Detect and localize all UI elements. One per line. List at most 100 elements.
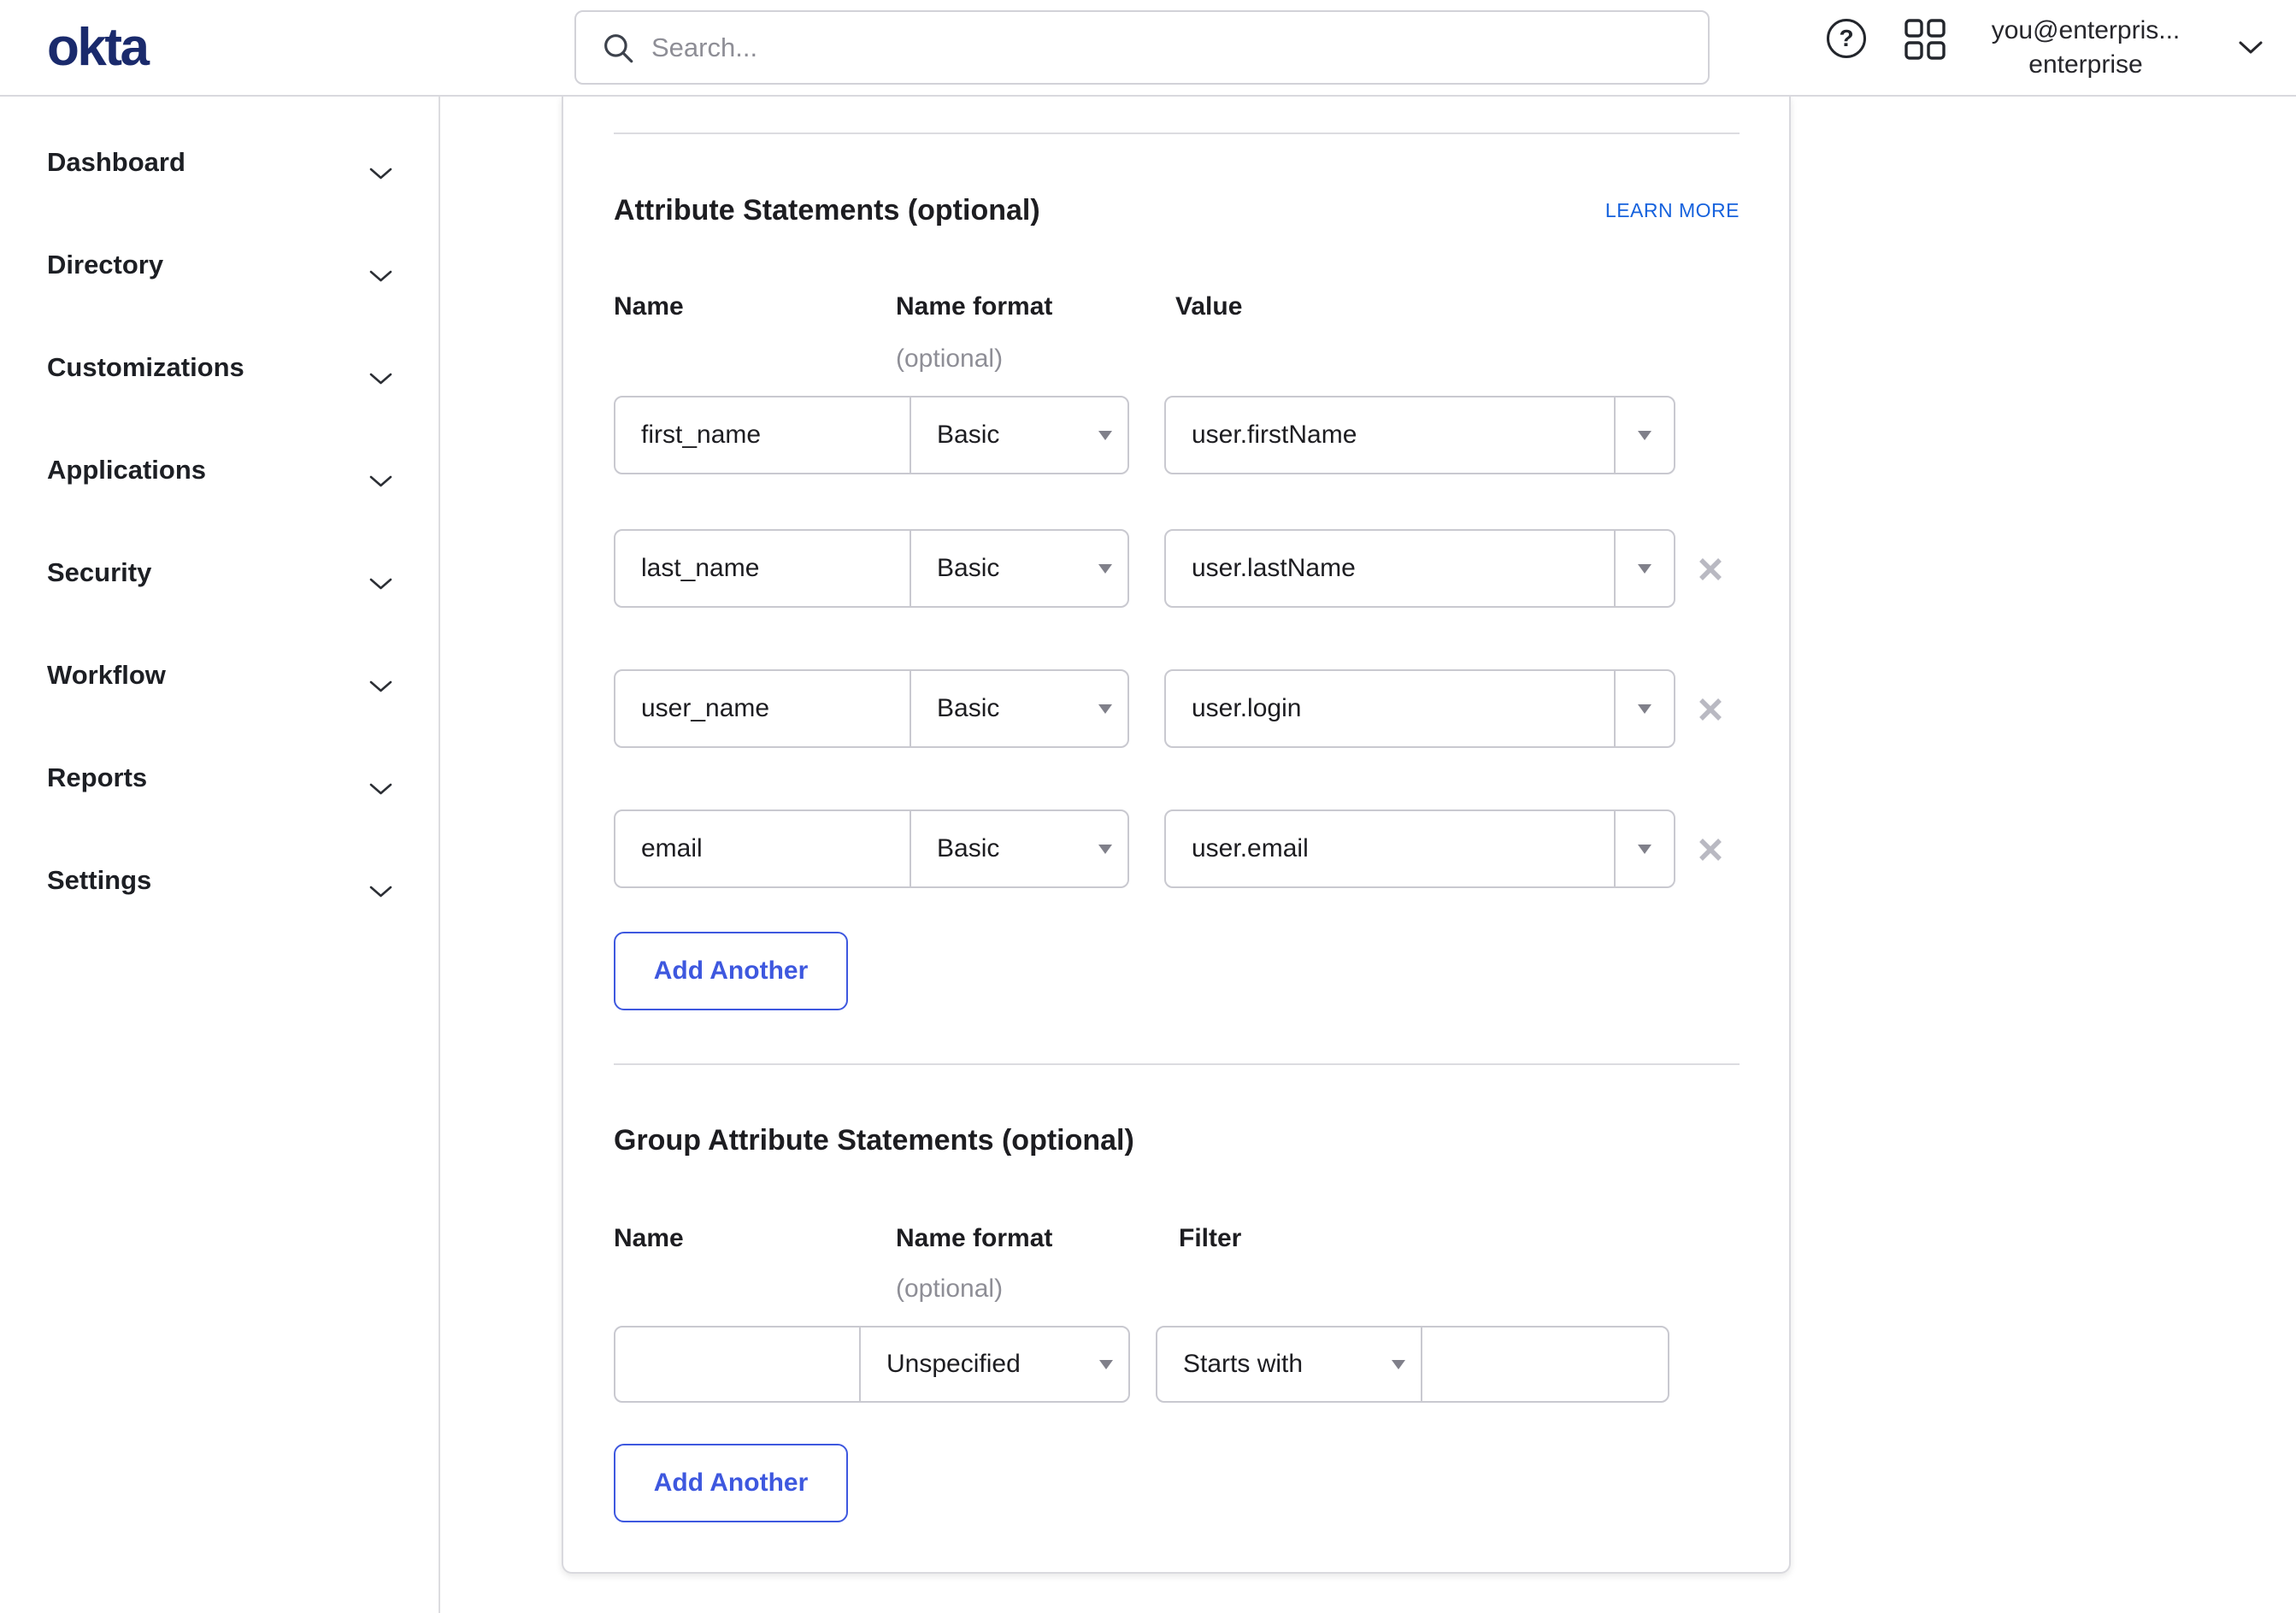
top-bar: okta ? you@enterpris... enter — [0, 0, 2296, 97]
remove-row-button[interactable] — [1691, 690, 1730, 729]
column-header-value: Value — [1175, 292, 1243, 321]
chevron-down-icon — [369, 156, 392, 187]
global-search — [574, 10, 1710, 85]
column-header-format: Name format — [896, 1224, 1053, 1252]
dropdown-arrow-icon — [1638, 704, 1651, 714]
sidebar-item-label: Customizations — [47, 352, 244, 382]
group-format-select[interactable]: Unspecified — [859, 1327, 1128, 1401]
attribute-name-input[interactable] — [615, 671, 910, 746]
dropdown-arrow-icon — [1392, 1360, 1405, 1369]
name-format-value: Basic — [937, 554, 1000, 582]
add-another-group-attribute-button[interactable]: Add Another — [614, 1444, 848, 1522]
attribute-name-input[interactable] — [615, 397, 910, 473]
sidebar-item-label: Workflow — [47, 660, 166, 690]
column-note-optional: (optional) — [896, 1275, 1004, 1303]
sidebar-item-security[interactable]: Security — [0, 542, 439, 603]
sidebar-item-dashboard[interactable]: Dashboard — [0, 132, 439, 193]
sidebar-item-label: Directory — [47, 250, 164, 280]
name-format-value: Basic — [937, 694, 1000, 722]
learn-more-link[interactable]: LEARN MORE — [1605, 199, 1740, 222]
value-dropdown-button[interactable] — [1614, 397, 1674, 473]
filter-value-input[interactable] — [1421, 1327, 1668, 1401]
chevron-down-icon — [369, 874, 392, 905]
sidebar-item-reports[interactable]: Reports — [0, 747, 439, 809]
chevron-down-icon — [369, 772, 392, 803]
attribute-section-header: Attribute Statements (optional) LEARN MO… — [614, 186, 1740, 234]
dropdown-arrow-icon — [1098, 845, 1112, 854]
add-another-attribute-button[interactable]: Add Another — [614, 932, 848, 1010]
value-group: user.login — [1164, 669, 1675, 748]
value-text: user.firstName — [1192, 421, 1357, 449]
name-format-select[interactable]: Basic — [910, 397, 1127, 473]
value-combobox[interactable]: user.login — [1166, 671, 1614, 746]
sidebar-item-directory[interactable]: Directory — [0, 234, 439, 296]
attribute-row: Basic user.firstName — [614, 396, 1740, 474]
attribute-name-input[interactable] — [615, 531, 910, 606]
chevron-down-icon — [369, 464, 392, 495]
name-format-select[interactable]: Basic — [910, 671, 1127, 746]
close-icon — [1699, 839, 1722, 861]
value-dropdown-button[interactable] — [1614, 811, 1674, 886]
group-section-title: Group Attribute Statements (optional) — [614, 1123, 1134, 1157]
section-divider — [614, 132, 1740, 134]
name-format-select[interactable]: Basic — [910, 811, 1127, 886]
remove-row-button[interactable] — [1691, 550, 1730, 589]
close-icon — [1699, 698, 1722, 721]
dropdown-arrow-icon — [1638, 845, 1651, 854]
group-name-input[interactable] — [615, 1327, 859, 1401]
value-dropdown-button[interactable] — [1614, 531, 1674, 606]
attribute-row: Basic user.email — [614, 809, 1740, 888]
group-section-header: Group Attribute Statements (optional) — [614, 1116, 1740, 1164]
help-button[interactable]: ? — [1824, 17, 1869, 62]
account-org: enterprise — [2028, 50, 2143, 79]
value-dropdown-button[interactable] — [1614, 671, 1674, 746]
value-text: user.login — [1192, 694, 1302, 722]
group-name-format-group: Unspecified — [614, 1326, 1130, 1403]
name-format-select[interactable]: Basic — [910, 531, 1127, 606]
attribute-row: Basic user.login — [614, 669, 1740, 748]
sidebar-item-settings[interactable]: Settings — [0, 850, 439, 911]
dropdown-arrow-icon — [1638, 564, 1651, 574]
sidebar-item-label: Security — [47, 557, 152, 587]
filter-operator-select[interactable]: Starts with — [1157, 1327, 1421, 1401]
value-combobox[interactable]: user.firstName — [1166, 397, 1614, 473]
name-format-group: Basic — [614, 396, 1129, 474]
okta-logo[interactable]: okta — [47, 0, 150, 95]
account-user: you@enterpris... — [1991, 16, 2181, 44]
sidebar-item-applications[interactable]: Applications — [0, 439, 439, 501]
sidebar-nav: Dashboard Directory Customizations Appli… — [0, 97, 440, 1613]
column-header-name: Name — [614, 292, 684, 321]
name-format-group: Basic — [614, 669, 1129, 748]
sidebar-item-workflow[interactable]: Workflow — [0, 645, 439, 706]
value-combobox[interactable]: user.lastName — [1166, 531, 1614, 606]
chevron-down-icon — [369, 362, 392, 392]
dropdown-arrow-icon — [1099, 1360, 1113, 1369]
sidebar-item-label: Reports — [47, 762, 148, 792]
account-chevron-down-icon[interactable] — [2238, 40, 2264, 60]
attribute-name-input[interactable] — [615, 811, 910, 886]
name-format-value: Basic — [937, 834, 1000, 862]
value-text: user.lastName — [1192, 554, 1356, 582]
name-format-group: Basic — [614, 529, 1129, 608]
search-input[interactable] — [651, 32, 1687, 63]
dropdown-arrow-icon — [1098, 431, 1112, 440]
chevron-down-icon — [369, 567, 392, 598]
search-icon — [604, 33, 633, 62]
name-format-group: Basic — [614, 809, 1129, 888]
close-icon — [1699, 558, 1722, 580]
value-combobox[interactable]: user.email — [1166, 811, 1614, 886]
remove-row-button[interactable] — [1691, 830, 1730, 869]
sidebar-item-label: Dashboard — [47, 147, 185, 177]
svg-text:?: ? — [1839, 25, 1853, 51]
apps-button[interactable] — [1903, 19, 1947, 62]
column-header-filter: Filter — [1179, 1224, 1242, 1252]
group-filter-group: Starts with — [1156, 1326, 1669, 1403]
account-menu[interactable]: you@enterpris... enterprise — [1949, 14, 2222, 82]
grid-icon — [1905, 19, 1946, 60]
chevron-down-icon — [369, 669, 392, 700]
name-format-value: Basic — [937, 421, 1000, 449]
sidebar-item-label: Settings — [47, 865, 152, 895]
dropdown-arrow-icon — [1098, 704, 1112, 714]
value-text: user.email — [1192, 834, 1309, 862]
sidebar-item-customizations[interactable]: Customizations — [0, 337, 439, 398]
